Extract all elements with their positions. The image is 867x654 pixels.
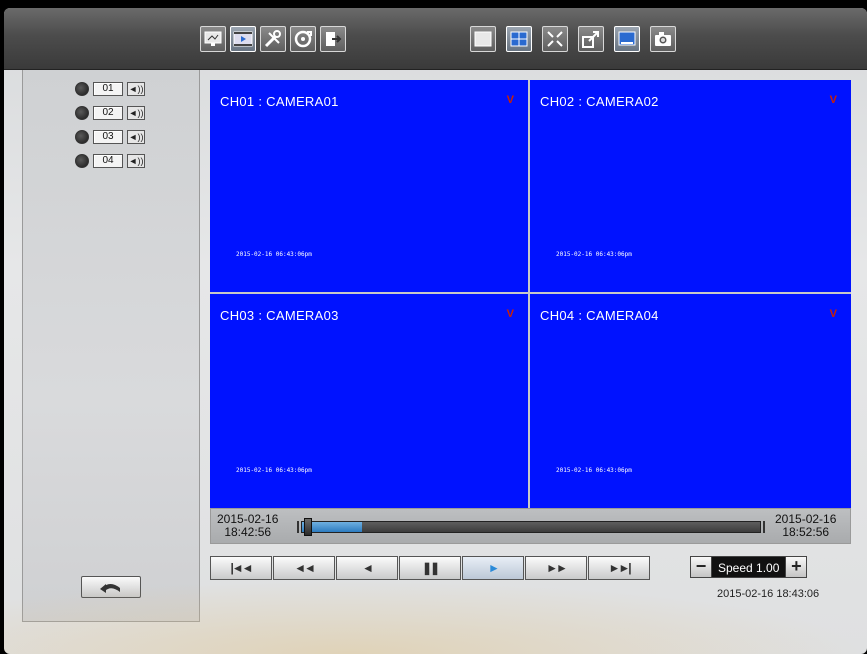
channel-button[interactable]: 02	[93, 106, 123, 120]
record-led-icon	[75, 106, 89, 120]
channel-row: 01 ◄))	[75, 82, 145, 96]
speaker-icon[interactable]: ◄))	[127, 82, 145, 96]
channel-row: 02 ◄))	[75, 106, 145, 120]
restore-icon[interactable]	[578, 26, 604, 52]
snapshot-icon[interactable]	[650, 26, 676, 52]
skip-end-button[interactable]: ►►|	[588, 556, 650, 580]
osd-timestamp: 2015-02-16 06:43:06pm	[236, 467, 312, 474]
video-tile[interactable]: CH03 : CAMERA03 V 2015-02-16 06:43:06pm	[210, 294, 528, 508]
speaker-icon[interactable]: ◄))	[127, 106, 145, 120]
top-toolbar	[4, 8, 867, 70]
back-arrow-icon	[100, 584, 120, 593]
channel-title: CH01 : CAMERA01	[220, 94, 339, 109]
skip-start-button[interactable]: |◄◄	[210, 556, 272, 580]
osd-timestamp: 2015-02-16 06:43:06pm	[556, 251, 632, 258]
timeline-end: 2015-02-16 18:52:56	[775, 513, 836, 539]
reverse-play-button[interactable]: ◄	[336, 556, 398, 580]
channel-title: CH04 : CAMERA04	[540, 308, 659, 323]
playback-icon[interactable]	[230, 26, 256, 52]
channel-title: CH03 : CAMERA03	[220, 308, 339, 323]
osd-timestamp: 2015-02-16 06:43:06pm	[236, 251, 312, 258]
channel-button[interactable]: 01	[93, 82, 123, 96]
back-button[interactable]	[81, 576, 141, 598]
video-grid: CH01 : CAMERA01 V 2015-02-16 06:43:06pm …	[210, 80, 851, 508]
display-icon[interactable]	[614, 26, 640, 52]
timeline-end-time: 18:52:56	[782, 525, 830, 539]
timeline-start-tick	[297, 521, 299, 533]
channel-sidebar: 01 ◄)) 02 ◄)) 03 ◄)) 04 ◄))	[22, 70, 200, 622]
quad-view-icon[interactable]	[506, 26, 532, 52]
fullscreen-icon[interactable]	[542, 26, 568, 52]
fast-forward-button[interactable]: ►►	[525, 556, 587, 580]
pause-button[interactable]: ❚❚	[399, 556, 461, 580]
tools-icon[interactable]	[260, 26, 286, 52]
record-indicator: V	[506, 94, 514, 106]
video-tile[interactable]: CH01 : CAMERA01 V 2015-02-16 06:43:06pm	[210, 80, 528, 292]
current-playback-time: 2015-02-16 18:43:06	[717, 588, 820, 600]
channel-button[interactable]: 03	[93, 130, 123, 144]
play-button[interactable]: ►	[462, 556, 524, 580]
timeline-handle[interactable]	[304, 518, 312, 536]
channel-button[interactable]: 04	[93, 154, 123, 168]
speed-decrease-button[interactable]: −	[690, 556, 712, 578]
timeline-start-time: 18:42:56	[224, 525, 272, 539]
timeline-slider[interactable]	[301, 518, 761, 536]
record-indicator: V	[506, 308, 514, 320]
channel-row: 03 ◄))	[75, 130, 145, 144]
timeline-bar: 2015-02-16 18:42:56 2015-02-16 18:52:56	[210, 508, 851, 544]
rewind-button[interactable]: ◄◄	[273, 556, 335, 580]
speaker-icon[interactable]: ◄))	[127, 154, 145, 168]
video-tile[interactable]: CH04 : CAMERA04 V 2015-02-16 06:43:06pm	[530, 294, 851, 508]
video-tile[interactable]: CH02 : CAMERA02 V 2015-02-16 06:43:06pm	[530, 80, 851, 292]
exit-icon[interactable]	[320, 26, 346, 52]
channel-title: CH02 : CAMERA02	[540, 94, 659, 109]
single-view-icon[interactable]	[470, 26, 496, 52]
monitor-icon[interactable]	[200, 26, 226, 52]
timeline-start: 2015-02-16 18:42:56	[217, 513, 278, 539]
channel-row: 04 ◄))	[75, 154, 145, 168]
speed-label: Speed 1.00	[712, 556, 786, 578]
dvr-playback-window: 01 ◄)) 02 ◄)) 03 ◄)) 04 ◄)) CH01 : CAMER…	[4, 8, 867, 654]
backup-icon[interactable]	[290, 26, 316, 52]
record-indicator: V	[829, 308, 837, 320]
record-led-icon	[75, 82, 89, 96]
record-led-icon	[75, 154, 89, 168]
playback-controls: |◄◄ ◄◄ ◄ ❚❚ ► ►► ►►|	[210, 556, 650, 580]
speed-increase-button[interactable]: +	[785, 556, 808, 578]
timeline-end-tick	[763, 521, 765, 533]
speed-control: − Speed 1.00 +	[690, 556, 808, 578]
osd-timestamp: 2015-02-16 06:43:06pm	[556, 467, 632, 474]
record-led-icon	[75, 130, 89, 144]
speaker-icon[interactable]: ◄))	[127, 130, 145, 144]
record-indicator: V	[829, 94, 837, 106]
